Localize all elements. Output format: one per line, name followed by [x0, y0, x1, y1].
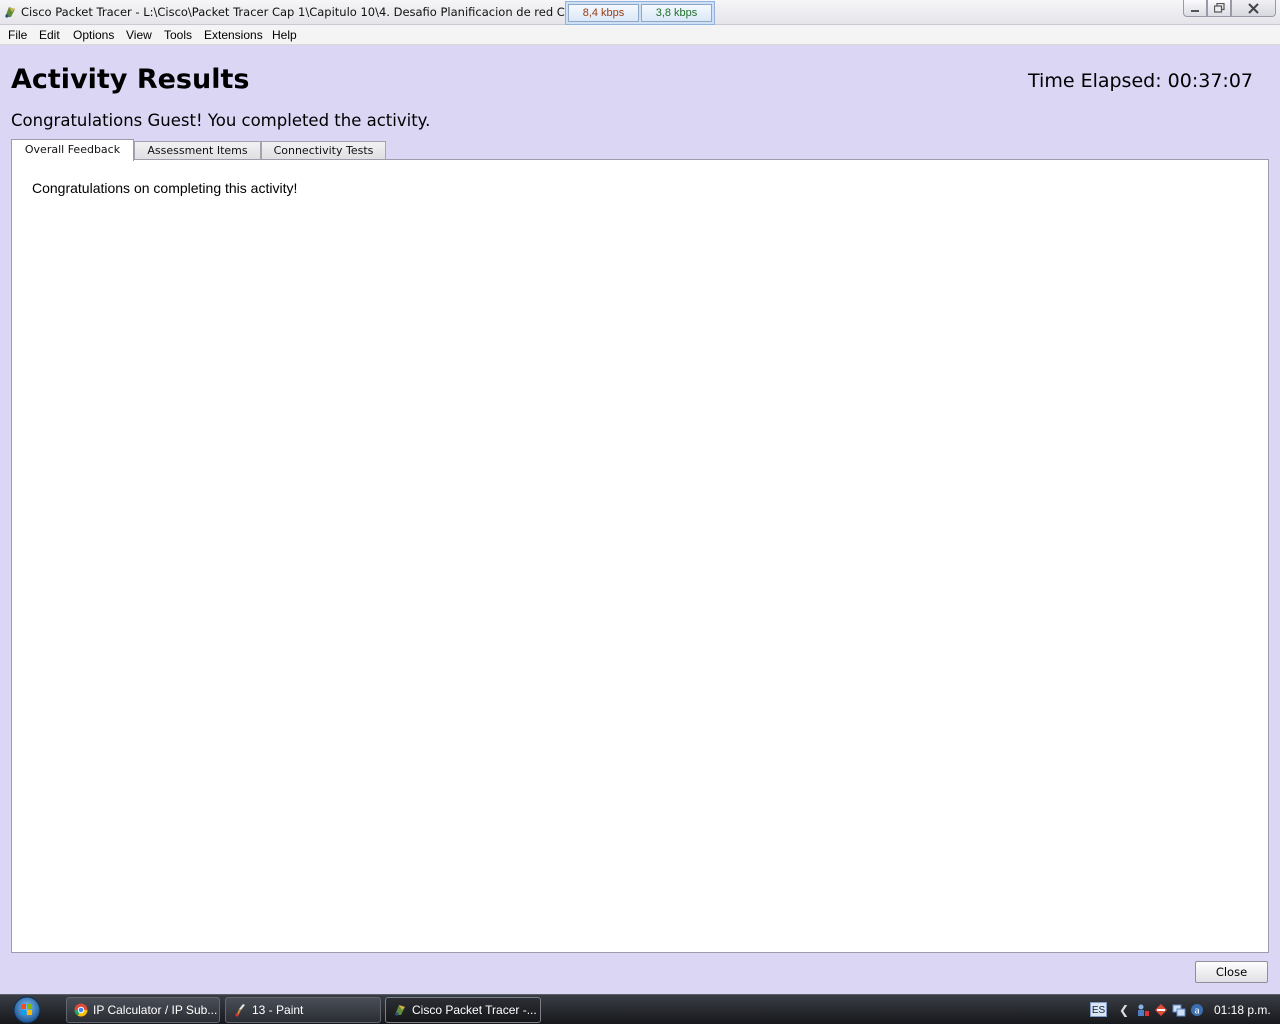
system-tray: ES ❮ a 01:18 p.m. — [1086, 995, 1280, 1024]
taskbar-item-label: Cisco Packet Tracer -... — [412, 1003, 537, 1017]
tab-connectivity-tests[interactable]: Connectivity Tests — [261, 141, 386, 160]
minimize-icon — [1191, 10, 1199, 12]
menu-extensions[interactable]: Extensions — [204, 28, 263, 42]
restore-icon — [1213, 3, 1225, 13]
volume-icon[interactable]: a — [1190, 1003, 1204, 1017]
upload-speed: 3,8 kbps — [641, 4, 712, 22]
show-hidden-icons-icon[interactable]: ❮ — [1119, 1003, 1129, 1017]
close-icon — [1248, 2, 1259, 14]
window-title: Cisco Packet Tracer - L:\Cisco\Packet Tr… — [21, 5, 565, 19]
feedback-text: Congratulations on completing this activ… — [32, 180, 298, 196]
taskbar-item-label: 13 - Paint — [252, 1003, 304, 1017]
clock[interactable]: 01:18 p.m. — [1214, 1003, 1271, 1017]
close-window-button[interactable] — [1231, 0, 1276, 17]
menu-options[interactable]: Options — [73, 28, 114, 42]
tab-assessment-items[interactable]: Assessment Items — [134, 141, 261, 160]
taskbar-item-packet-tracer[interactable]: Cisco Packet Tracer -... — [385, 997, 541, 1023]
svg-text:a: a — [1194, 1007, 1200, 1017]
network-status-icon[interactable] — [1172, 1003, 1186, 1017]
feedback-panel: Congratulations on completing this activ… — [11, 159, 1269, 953]
page-title: Activity Results — [11, 64, 250, 95]
taskbar-item-label: IP Calculator / IP Sub... — [93, 1003, 218, 1017]
taskbar: IP Calculator / IP Sub... 13 - Paint Cis… — [0, 994, 1280, 1024]
time-elapsed-value: 00:37:07 — [1167, 70, 1253, 92]
menu-edit[interactable]: Edit — [39, 28, 60, 42]
menu-bar: File Edit Options View Tools Extensions … — [0, 25, 1280, 45]
start-orb-icon[interactable] — [6, 995, 48, 1024]
taskbar-item-paint[interactable]: 13 - Paint — [225, 997, 381, 1023]
security-alert-icon[interactable] — [1154, 1003, 1168, 1017]
chrome-icon — [74, 1003, 88, 1017]
time-elapsed-label: Time Elapsed: — [1028, 70, 1162, 92]
title-bar: Cisco Packet Tracer - L:\Cisco\Packet Tr… — [0, 0, 1280, 25]
language-indicator[interactable]: ES — [1090, 1002, 1107, 1017]
paint-icon — [235, 1003, 246, 1017]
menu-view[interactable]: View — [126, 28, 152, 42]
menu-file[interactable]: File — [8, 28, 27, 42]
packet-tracer-icon — [395, 1005, 405, 1016]
packet-tracer-icon — [5, 7, 15, 18]
close-button[interactable]: Close — [1195, 961, 1268, 983]
taskbar-item-ip-calculator[interactable]: IP Calculator / IP Sub... — [66, 997, 220, 1023]
user-network-icon[interactable] — [1136, 1003, 1150, 1017]
tab-overall-feedback[interactable]: Overall Feedback — [11, 139, 134, 161]
restore-button[interactable] — [1207, 0, 1231, 17]
minimize-button[interactable] — [1183, 0, 1207, 17]
completion-message: Congratulations Guest! You completed the… — [11, 111, 431, 130]
time-elapsed: Time Elapsed: 00:37:07 — [1028, 70, 1253, 92]
menu-tools[interactable]: Tools — [164, 28, 192, 42]
menu-help[interactable]: Help — [272, 28, 297, 42]
download-speed: 8,4 kbps — [568, 4, 639, 22]
